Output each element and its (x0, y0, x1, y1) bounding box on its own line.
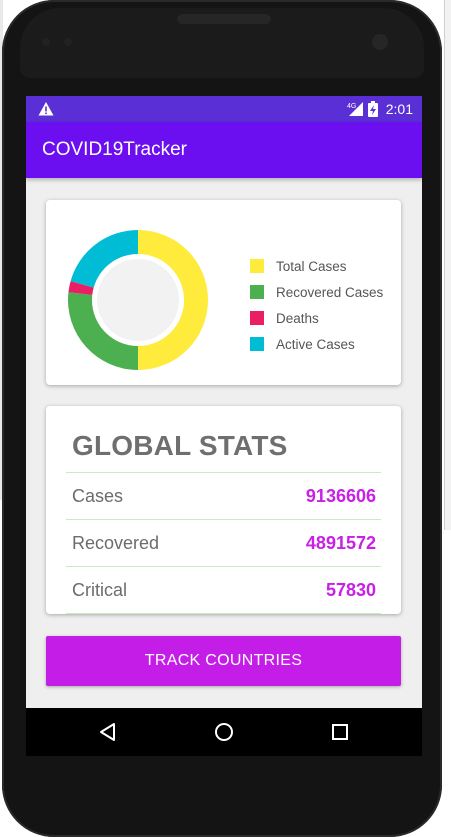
chart-card: Total Cases Recovered Cases Deaths Active C… (46, 200, 401, 385)
track-countries-button[interactable]: TRACK COUNTRIES (46, 636, 401, 686)
stat-label: Cases (72, 486, 124, 506)
stats-title: GLOBAL STATS (72, 430, 288, 461)
status-icons: 4G 2:01 (346, 100, 413, 118)
status-time: 2:01 (385, 101, 413, 117)
legend-swatch (250, 337, 264, 351)
home-icon[interactable] (212, 720, 236, 744)
legend-label: Total Cases (276, 258, 347, 274)
legend-swatch (250, 311, 264, 325)
network-type: 4G (347, 103, 356, 110)
sensor-dot (42, 38, 50, 46)
global-stats-card: GLOBAL STATS Cases 9136606 Recovered 489… (46, 406, 401, 614)
speaker-grille (177, 14, 271, 24)
legend-label: Deaths (276, 310, 319, 326)
warning-icon (38, 102, 54, 116)
chart-legend: Total Cases Recovered Cases Deaths Active C… (250, 253, 383, 357)
legend-swatch (250, 285, 264, 299)
front-camera (372, 34, 388, 50)
legend-label: Recovered Cases (276, 284, 384, 300)
app-bar: COVID19Tracker (26, 122, 422, 178)
screen: 4G 2:01 COVID19Tracker Total Cases Recove… (26, 96, 422, 756)
sensor-dot (64, 38, 72, 46)
back-icon[interactable] (96, 720, 120, 744)
stat-row-recovered: Recovered 4891572 (66, 519, 381, 566)
stat-label: Recovered (72, 533, 160, 553)
stat-row-critical: Critical 57830 (66, 566, 381, 614)
legend-swatch (250, 259, 264, 273)
legend-item: Active Cases (250, 331, 383, 357)
stat-row-cases: Cases 9136606 (66, 472, 381, 519)
cellular-signal-icon: 4G (347, 102, 363, 116)
stat-value: 57830 (325, 580, 376, 600)
navigation-bar (26, 708, 422, 756)
app-title: COVID19Tracker (42, 139, 187, 160)
phone-frame: 4G 2:01 COVID19Tracker Total Cases Recove… (2, 0, 442, 837)
recents-icon[interactable] (328, 720, 352, 744)
stat-value: 4891572 (305, 533, 376, 553)
legend-item: Total Cases (250, 253, 383, 279)
legend-item: Deaths (250, 305, 383, 331)
stat-value: 9136606 (305, 486, 376, 506)
legend-item: Recovered Cases (250, 279, 383, 305)
status-bar: 4G 2:01 (26, 96, 422, 122)
stat-label: Critical (72, 580, 128, 600)
battery-charging-icon (367, 101, 378, 117)
legend-label: Active Cases (276, 336, 355, 352)
donut-chart (67, 230, 209, 370)
window-edge-right (444, 0, 451, 530)
donut-hole (97, 259, 179, 341)
